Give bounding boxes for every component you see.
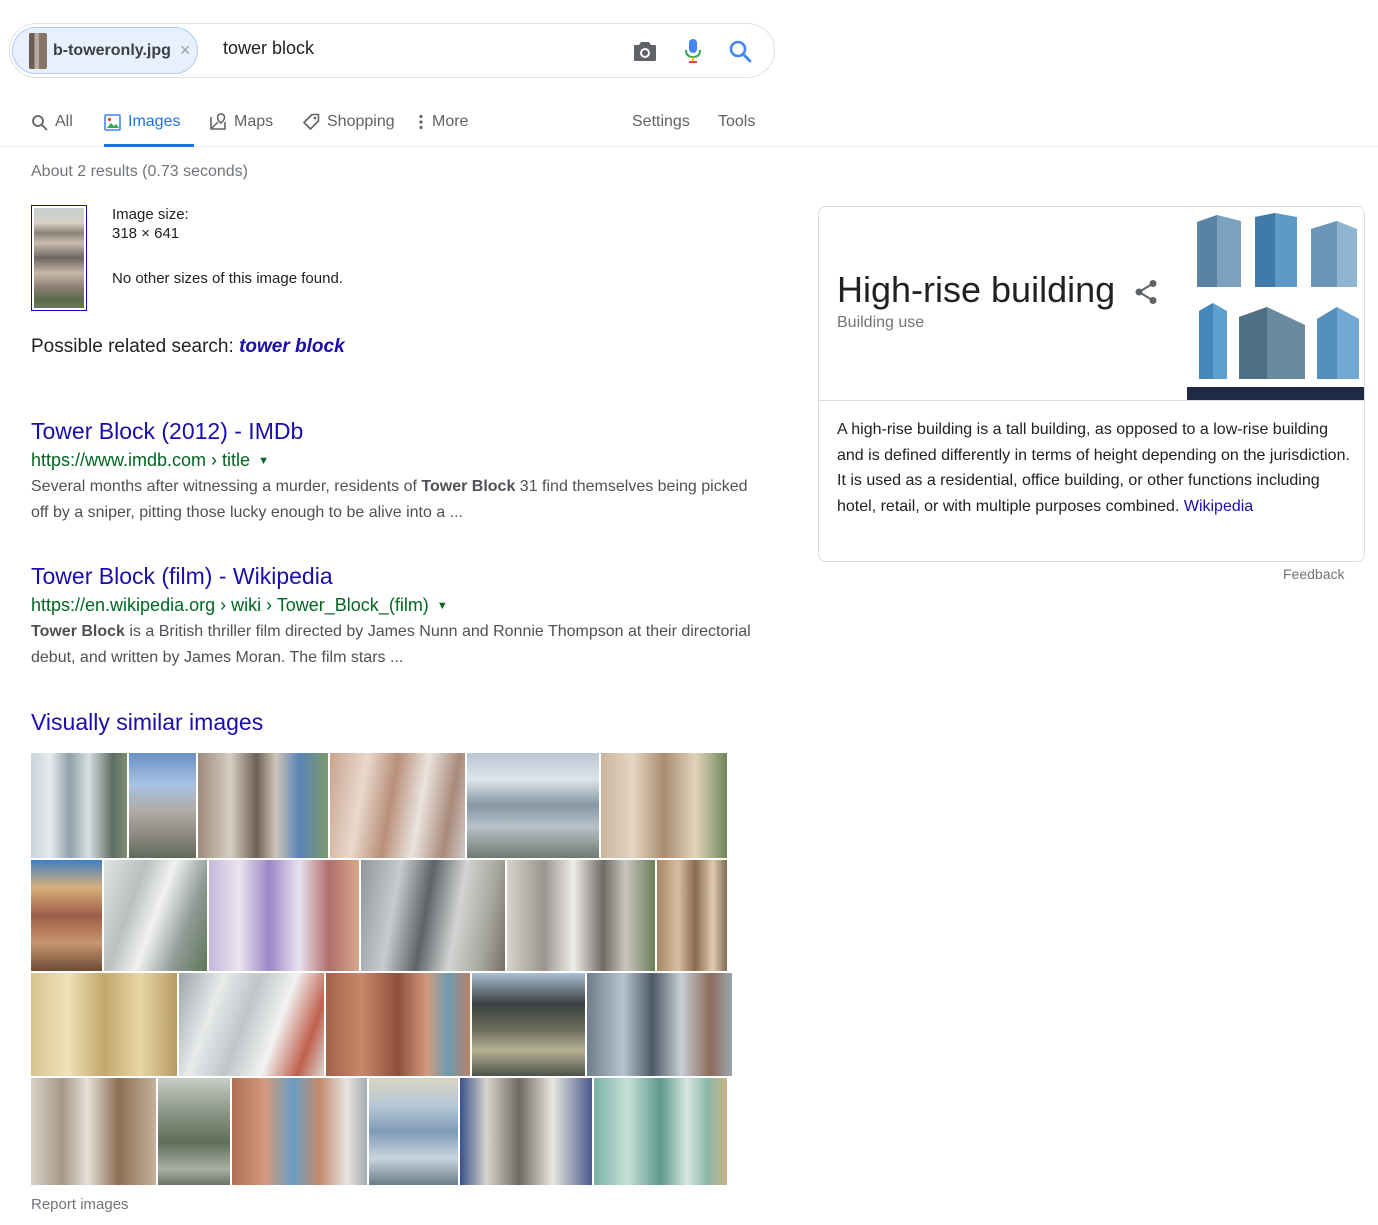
similar-image-thumbnail[interactable] xyxy=(209,860,359,971)
chip-image-thumbnail xyxy=(29,32,47,69)
tab-label: Maps xyxy=(234,113,274,130)
similar-image-thumbnail[interactable] xyxy=(326,973,470,1076)
knowledge-panel: High-rise building Building use A high-r… xyxy=(818,206,1365,562)
similar-image-thumbnail[interactable] xyxy=(31,1078,156,1185)
similar-image-thumbnail[interactable] xyxy=(601,753,727,858)
tools-link[interactable]: Tools xyxy=(718,98,755,146)
chip-filename: b-toweronly.jpg xyxy=(53,41,171,59)
feedback-link[interactable]: Feedback xyxy=(1283,566,1344,582)
similar-image-thumbnail[interactable] xyxy=(594,1078,727,1185)
knowledge-panel-description: A high-rise building is a tall building,… xyxy=(837,421,1350,515)
similar-image-thumbnail[interactable] xyxy=(31,860,102,971)
search-result: Tower Block (2012) - IMDb https://www.im… xyxy=(31,417,751,526)
tab-images[interactable]: Images xyxy=(104,98,195,147)
report-images-link[interactable]: Report images xyxy=(31,1196,129,1213)
result-url-text: https://en.wikipedia.org › wiki › Tower_… xyxy=(31,595,429,615)
search-image-chip[interactable]: b-toweronly.jpg × xyxy=(12,27,198,74)
search-input[interactable]: tower block xyxy=(223,38,314,59)
similar-image-thumbnail[interactable] xyxy=(460,1078,592,1185)
tab-maps[interactable]: Maps xyxy=(209,98,273,146)
tools-label: Tools xyxy=(718,113,756,130)
result-title-link[interactable]: Tower Block (film) - Wikipedia xyxy=(31,562,751,590)
search-icon[interactable] xyxy=(725,36,755,66)
no-other-sizes-note: No other sizes of this image found. xyxy=(112,270,343,287)
similar-image-thumbnail[interactable] xyxy=(467,753,599,858)
similar-image-thumbnail[interactable] xyxy=(129,753,196,858)
image-size-label: Image size: xyxy=(112,206,189,223)
knowledge-panel-title: High-rise building xyxy=(837,269,1116,310)
similar-image-thumbnail[interactable] xyxy=(330,753,465,858)
search-result: Tower Block (film) - Wikipedia https://e… xyxy=(31,562,751,671)
tab-label: All xyxy=(55,113,73,130)
tab-shopping[interactable]: Shopping xyxy=(302,98,395,146)
similar-image-thumbnail[interactable] xyxy=(104,860,207,971)
similar-image-thumbnail[interactable] xyxy=(587,973,732,1076)
similar-image-thumbnail[interactable] xyxy=(507,860,655,971)
search-icon xyxy=(31,114,48,131)
knowledge-panel-subtitle: Building use xyxy=(837,314,925,331)
query-image-thumbnail[interactable] xyxy=(31,205,87,311)
camera-icon[interactable] xyxy=(630,36,660,66)
search-bar: b-toweronly.jpg × tower block xyxy=(9,23,775,78)
similar-image-thumbnail[interactable] xyxy=(361,860,505,971)
image-size-value: 318 × 641 xyxy=(112,225,180,242)
related-search: Possible related search: tower block xyxy=(31,336,345,358)
microphone-icon[interactable] xyxy=(678,36,708,66)
search-tabs: All Images Maps Shopping More Settings T… xyxy=(0,98,1378,147)
similar-image-thumbnail[interactable] xyxy=(31,753,127,858)
similar-image-thumbnail[interactable] xyxy=(31,973,177,1076)
tab-more[interactable]: More xyxy=(418,98,468,146)
wikipedia-link[interactable]: Wikipedia xyxy=(1184,498,1253,515)
visually-similar-heading[interactable]: Visually similar images xyxy=(31,709,263,736)
knowledge-panel-divider xyxy=(819,400,1364,401)
result-stats: About 2 results (0.73 seconds) xyxy=(31,163,249,180)
caret-down-icon[interactable]: ▼ xyxy=(437,600,448,612)
related-search-prefix: Possible related search: xyxy=(31,336,234,357)
result-url[interactable]: https://www.imdb.com › title ▼ xyxy=(31,450,751,471)
tab-label: Shopping xyxy=(327,113,395,130)
tag-icon xyxy=(302,113,320,131)
similar-image-thumbnail[interactable] xyxy=(369,1078,458,1185)
settings-link[interactable]: Settings xyxy=(632,98,690,146)
close-icon[interactable]: × xyxy=(180,40,191,61)
result-snippet: Several months after witnessing a murder… xyxy=(31,478,748,521)
similar-image-thumbnail[interactable] xyxy=(232,1078,367,1185)
similar-image-thumbnail[interactable] xyxy=(179,973,324,1076)
result-url-text: https://www.imdb.com › title xyxy=(31,450,251,470)
result-url[interactable]: https://en.wikipedia.org › wiki › Tower_… xyxy=(31,595,751,616)
image-icon xyxy=(104,113,121,131)
map-icon xyxy=(209,113,227,131)
caret-down-icon[interactable]: ▼ xyxy=(258,455,269,467)
result-snippet: Tower Block is a British thriller film d… xyxy=(31,623,751,666)
settings-label: Settings xyxy=(632,113,690,130)
similar-images-grid xyxy=(31,753,732,1185)
similar-image-thumbnail[interactable] xyxy=(472,973,585,1076)
tab-label: More xyxy=(432,113,469,130)
tab-all[interactable]: All xyxy=(31,98,73,146)
similar-image-thumbnail[interactable] xyxy=(198,753,328,858)
result-title-link[interactable]: Tower Block (2012) - IMDb xyxy=(31,417,751,445)
tab-label: Images xyxy=(128,113,181,130)
similar-image-thumbnail[interactable] xyxy=(158,1078,230,1185)
share-icon[interactable] xyxy=(1131,277,1161,307)
related-search-link[interactable]: tower block xyxy=(239,336,345,357)
more-vert-icon xyxy=(418,114,424,130)
similar-image-thumbnail[interactable] xyxy=(657,860,727,971)
knowledge-panel-image[interactable] xyxy=(1187,207,1364,400)
